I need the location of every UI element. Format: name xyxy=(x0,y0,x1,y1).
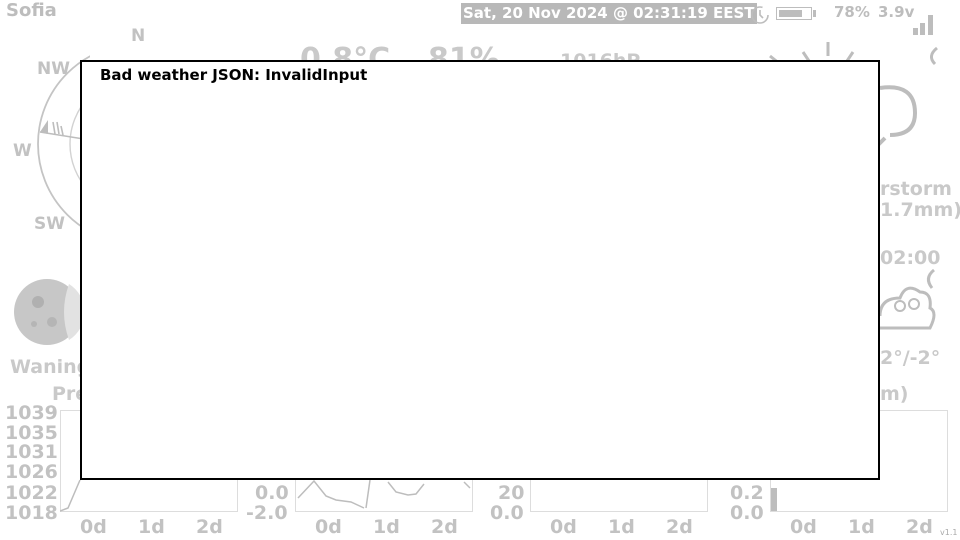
pressure-tick: 1018 xyxy=(5,502,58,524)
date-time-banner: Sat, 20 Nov 2024 @ 02:31:19 EEST xyxy=(461,3,757,24)
pop-tick: 0.0 xyxy=(490,502,524,524)
day-label: 1d xyxy=(373,516,400,538)
pop-tick: 20 xyxy=(498,482,525,504)
forecast-precipitation: 1.7mm) xyxy=(880,199,960,221)
day-label: 2d xyxy=(666,516,693,538)
partly-cloudy-night-icon xyxy=(878,268,936,330)
pressure-tick: 1039 xyxy=(5,402,58,424)
day-label: 0d xyxy=(790,516,817,538)
precip-bar xyxy=(771,488,777,511)
pressure-tick: 1026 xyxy=(5,461,58,483)
day-label: 0d xyxy=(80,516,107,538)
signal-bars-icon xyxy=(913,15,933,35)
compass-label-w: W xyxy=(13,141,32,161)
compass-label-n: N xyxy=(131,26,146,46)
error-dialog: Bad weather JSON: InvalidInput xyxy=(80,60,880,480)
battery-percent: 78% xyxy=(834,3,870,21)
temperature-tick: -2.0 xyxy=(246,502,288,524)
day-label: 0d xyxy=(315,516,342,538)
clock-refresh-icon xyxy=(751,6,769,24)
moon-phase-icon xyxy=(14,279,82,345)
temperature-tick: 0.0 xyxy=(255,482,289,504)
day-label: 2d xyxy=(196,516,223,538)
precip-tick: 0.2 xyxy=(730,482,764,504)
battery-voltage: 3.9v xyxy=(878,3,915,21)
city-name: Sofia xyxy=(6,0,57,21)
precipitation-chart-label: m) xyxy=(880,383,909,405)
temperature-chart-line xyxy=(297,479,471,509)
forecast-time: 02:00 xyxy=(880,247,941,269)
day-label: 2d xyxy=(906,516,933,538)
forecast-temps: 2°/-2° xyxy=(880,347,941,369)
day-label: 1d xyxy=(138,516,165,538)
day-label: 2d xyxy=(431,516,458,538)
pressure-tick: 1022 xyxy=(5,482,58,504)
version-label: v1.1 xyxy=(940,528,958,537)
day-label: 0d xyxy=(550,516,577,538)
battery-tip xyxy=(813,10,816,17)
pressure-chart-line xyxy=(60,479,81,512)
day-label: 1d xyxy=(848,516,875,538)
precip-tick: 0.0 xyxy=(730,502,764,524)
moon-phase-label: Waning xyxy=(10,356,91,378)
day-label: 1d xyxy=(608,516,635,538)
pressure-tick: 1031 xyxy=(5,441,58,463)
error-message: Bad weather JSON: InvalidInput xyxy=(100,66,368,84)
battery-icon xyxy=(776,7,812,20)
forecast-condition: rstorm xyxy=(880,178,952,200)
